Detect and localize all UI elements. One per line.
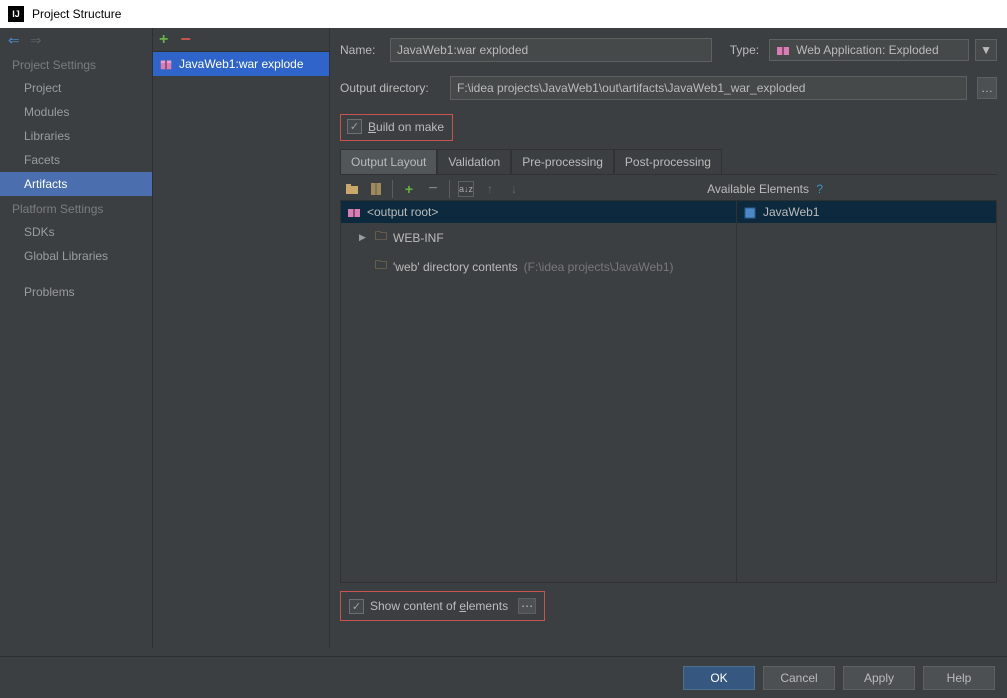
section-platform-settings: Platform Settings xyxy=(0,196,152,220)
available-item-row[interactable]: JavaWeb1 xyxy=(737,201,996,223)
tab-post-processing[interactable]: Post-processing xyxy=(614,149,722,174)
name-label: Name: xyxy=(340,43,380,57)
type-dropdown-icon[interactable]: ▼ xyxy=(975,39,997,61)
tab-validation[interactable]: Validation xyxy=(437,149,511,174)
layout-body: <output root> ▶ 🗀 WEB-INF 🗀 'web' direct… xyxy=(340,201,997,583)
artifact-type-icon xyxy=(776,43,790,57)
show-content-highlight: Show content of elementsShow content of … xyxy=(340,591,545,621)
type-value: Web Application: Exploded xyxy=(796,43,939,57)
sort-icon[interactable]: a↓z xyxy=(458,181,474,197)
apply-button[interactable]: Apply xyxy=(843,666,915,690)
new-archive-icon[interactable] xyxy=(368,181,384,197)
show-content-browse[interactable]: ⋯ xyxy=(518,598,536,614)
module-icon xyxy=(743,205,757,219)
back-arrow-icon[interactable]: ⇐ xyxy=(8,32,20,49)
build-on-make-highlight: BBuild on makeuild on make xyxy=(340,114,453,141)
show-content-label: Show content of elementsShow content of … xyxy=(370,599,508,613)
move-up-icon[interactable]: ↑ xyxy=(482,181,498,197)
layout-toolbar: + − a↓z ↑ ↓ Available Elements ? xyxy=(340,175,997,201)
available-elements-label: Available Elements ? xyxy=(707,182,823,196)
nav-arrows: ⇐ ⇒ xyxy=(0,28,152,52)
separator xyxy=(449,180,450,198)
tabs: Output Layout Validation Pre-processing … xyxy=(340,149,997,175)
available-item-label: JavaWeb1 xyxy=(763,205,819,219)
app-icon: IJ xyxy=(8,6,24,22)
artifact-list-panel: + − JavaWeb1:war explode xyxy=(153,28,330,648)
output-dir-input[interactable] xyxy=(450,76,967,100)
dialog-button-bar: OK Cancel Apply Help xyxy=(0,656,1007,698)
webinf-label: WEB-INF xyxy=(393,231,444,245)
section-project-settings: Project Settings xyxy=(0,52,152,76)
nav-project[interactable]: Project xyxy=(0,76,152,100)
window-title: Project Structure xyxy=(32,7,121,21)
tab-output-layout[interactable]: Output Layout xyxy=(340,149,437,174)
browse-button[interactable]: … xyxy=(977,77,997,99)
build-on-make-checkbox[interactable] xyxy=(347,119,362,134)
artifact-detail-panel: Name: Type: Web Application: Exploded ▼ … xyxy=(330,28,1007,648)
forward-arrow-icon[interactable]: ⇒ xyxy=(30,32,42,49)
nav-sdks[interactable]: SDKs xyxy=(0,220,152,244)
artifact-icon xyxy=(159,57,173,71)
web-dir-label: 'web' directory contents xyxy=(393,260,518,274)
web-dir-row[interactable]: 🗀 'web' directory contents (F:\idea proj… xyxy=(341,252,736,281)
remove-artifact-button[interactable]: − xyxy=(180,29,191,50)
add-artifact-button[interactable]: + xyxy=(159,31,168,49)
nav-global-libraries[interactable]: Global Libraries xyxy=(0,244,152,268)
available-elements-tree[interactable]: JavaWeb1 xyxy=(736,201,996,582)
web-dir-path: (F:\idea projects\JavaWeb1) xyxy=(524,260,674,274)
artifact-toolbar: + − xyxy=(153,28,329,52)
build-on-make-label: BBuild on makeuild on make xyxy=(368,120,444,134)
output-tree[interactable]: <output root> ▶ 🗀 WEB-INF 🗀 'web' direct… xyxy=(341,201,736,582)
artifact-item[interactable]: JavaWeb1:war explode xyxy=(153,52,329,76)
name-input[interactable] xyxy=(390,38,712,62)
new-folder-icon[interactable] xyxy=(344,181,360,197)
type-select[interactable]: Web Application: Exploded xyxy=(769,39,969,61)
add-copy-button[interactable]: + xyxy=(401,181,417,197)
nav-problems[interactable]: Problems xyxy=(0,280,152,304)
folder-contents-icon: 🗀 xyxy=(375,256,387,277)
expand-arrow-icon[interactable]: ▶ xyxy=(359,232,369,243)
help-icon[interactable]: ? xyxy=(816,182,823,196)
tab-pre-processing[interactable]: Pre-processing xyxy=(511,149,614,174)
remove-button[interactable]: − xyxy=(425,181,441,197)
titlebar: IJ Project Structure xyxy=(0,0,1007,28)
nav-modules[interactable]: Modules xyxy=(0,100,152,124)
nav-libraries[interactable]: Libraries xyxy=(0,124,152,148)
show-content-checkbox[interactable] xyxy=(349,599,364,614)
help-button[interactable]: Help xyxy=(923,666,995,690)
artifact-item-label: JavaWeb1:war explode xyxy=(179,57,304,71)
sidebar: ⇐ ⇒ Project Settings Project Modules Lib… xyxy=(0,28,153,648)
webinf-row[interactable]: ▶ 🗀 WEB-INF xyxy=(341,223,736,252)
artifact-icon xyxy=(347,205,361,219)
separator xyxy=(392,180,393,198)
output-root-label: <output root> xyxy=(367,205,438,219)
cancel-button[interactable]: Cancel xyxy=(763,666,835,690)
type-label: Type: xyxy=(730,43,759,57)
move-down-icon[interactable]: ↓ xyxy=(506,181,522,197)
nav-artifacts[interactable]: Artifacts xyxy=(0,172,152,196)
output-root-row[interactable]: <output root> xyxy=(341,201,736,223)
ok-button[interactable]: OK xyxy=(683,666,755,690)
nav-facets[interactable]: Facets xyxy=(0,148,152,172)
folder-icon: 🗀 xyxy=(375,227,387,248)
output-dir-label: Output directory: xyxy=(340,81,440,95)
